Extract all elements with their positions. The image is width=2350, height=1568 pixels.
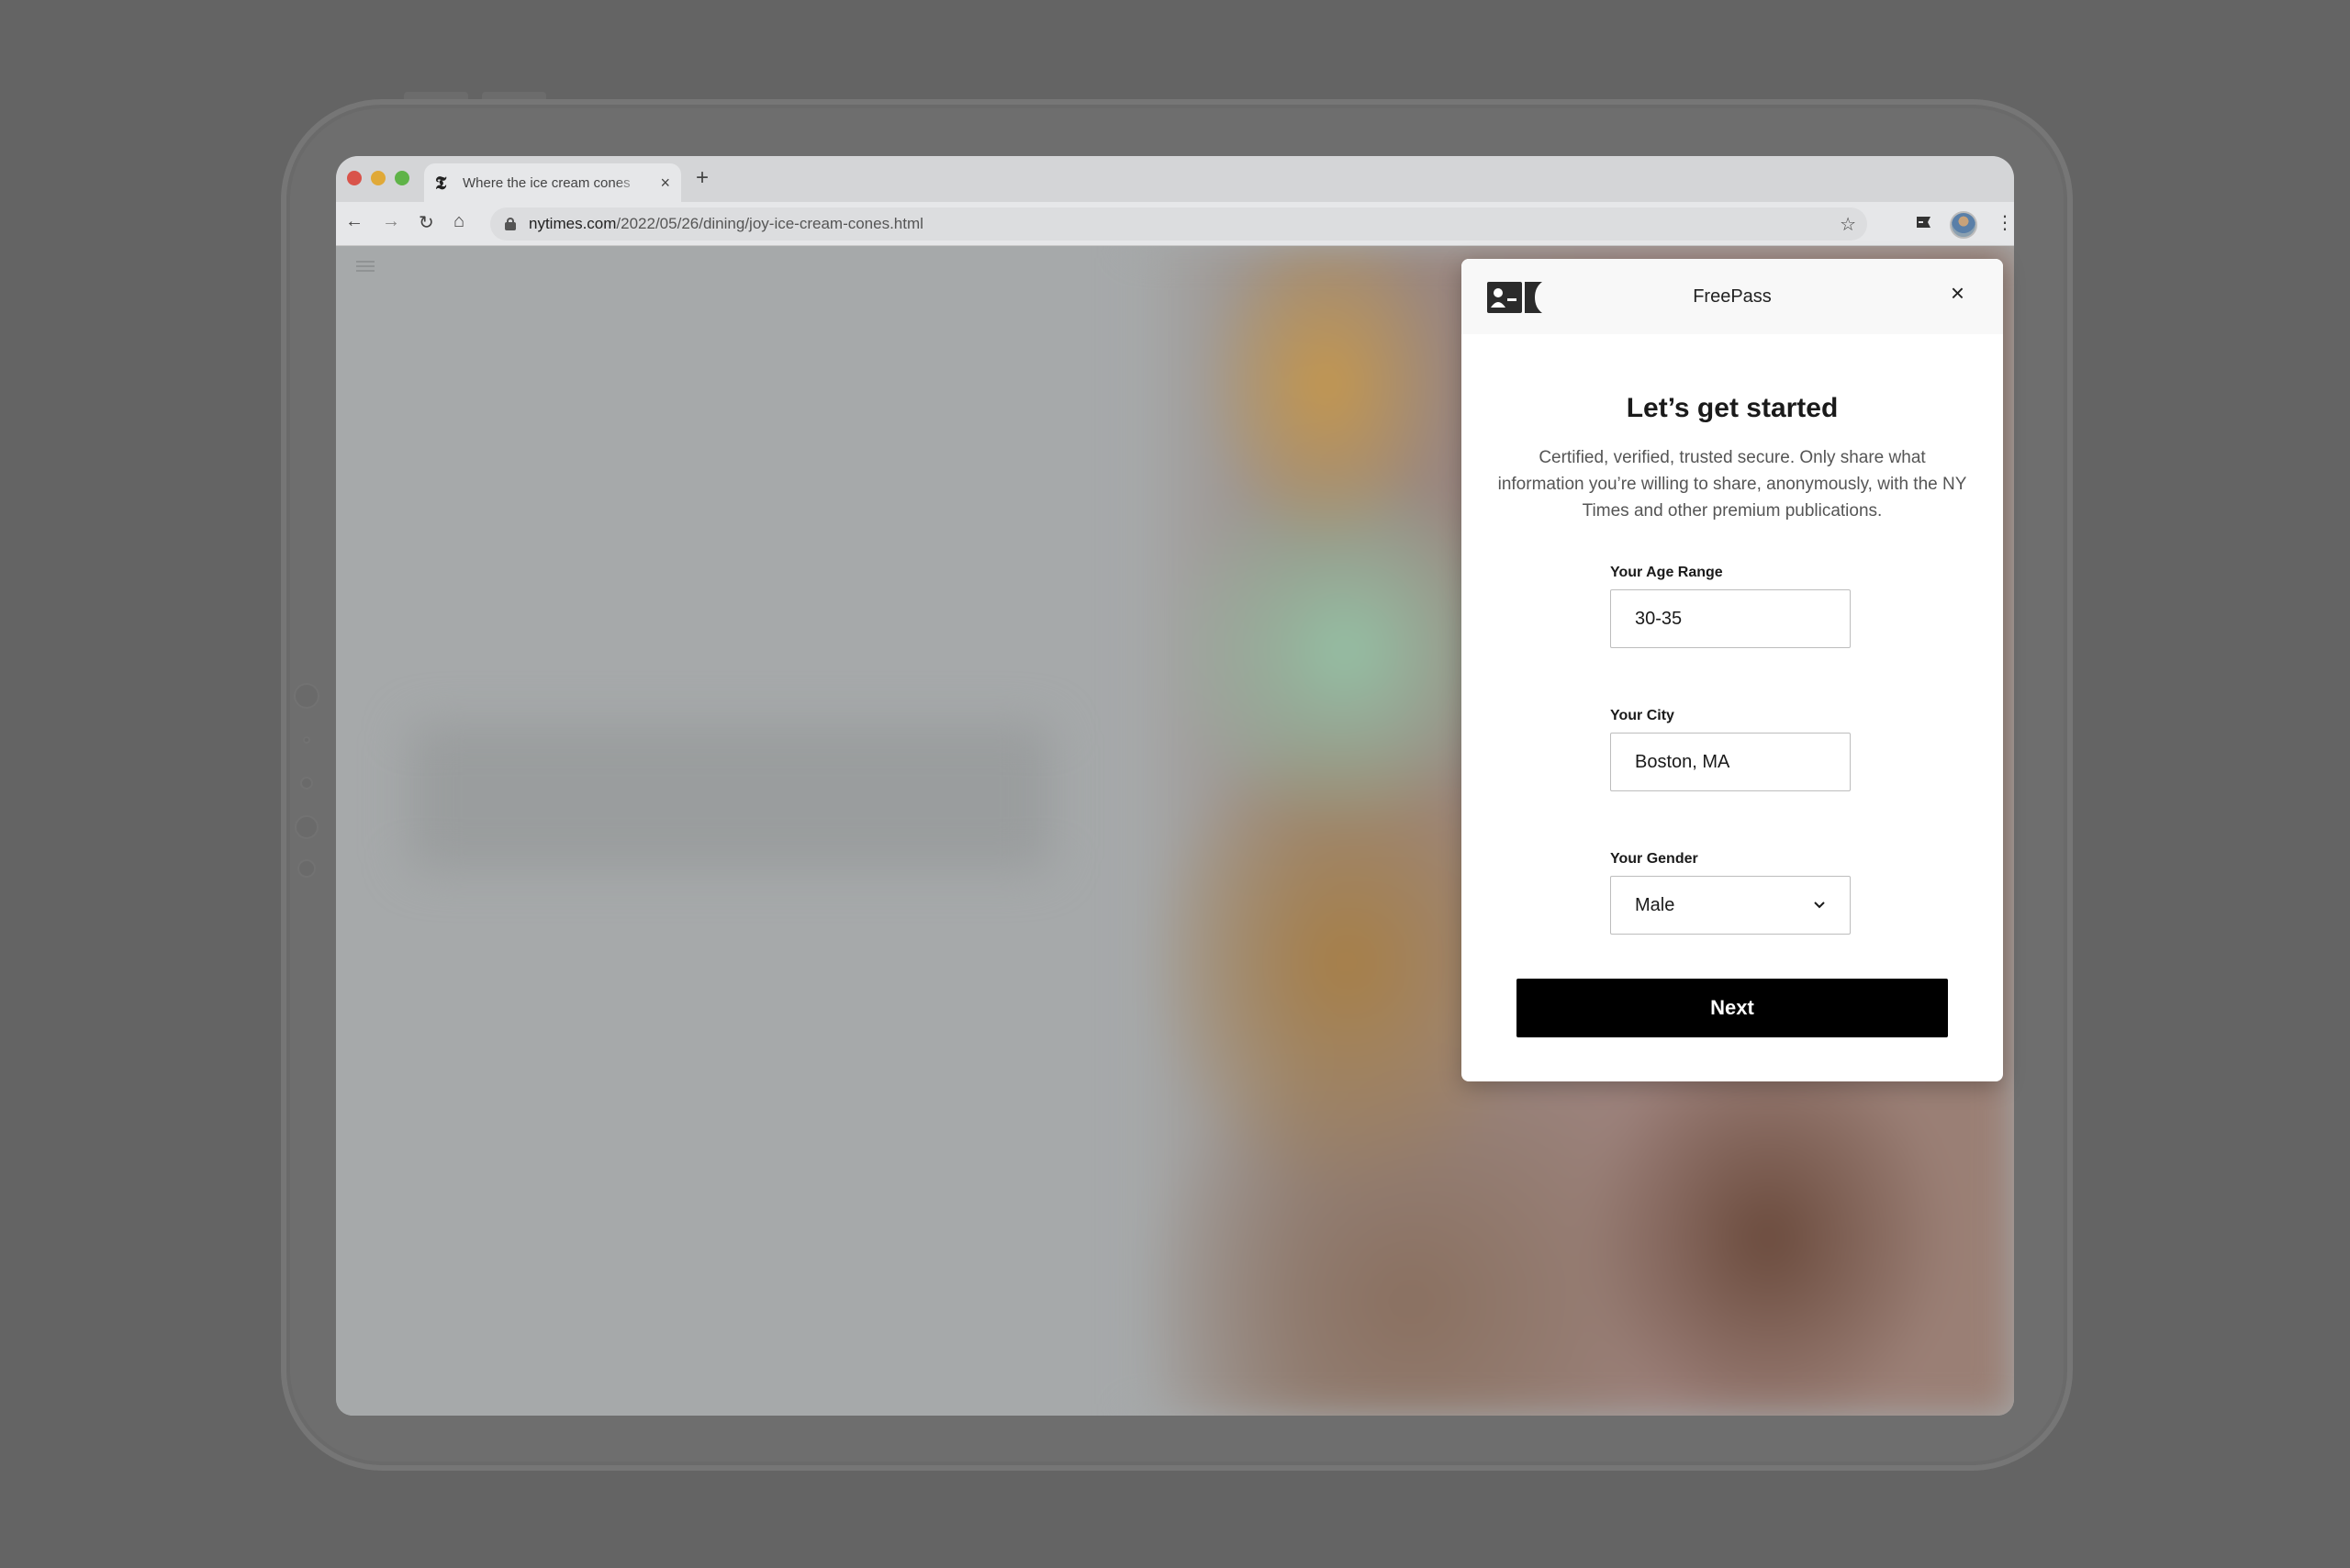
tablet-side-dot [300,777,313,790]
tablet-top-button [404,92,468,99]
browser-tab[interactable]: 𝕿 Where the ice cream cones × [424,163,681,202]
tablet-side-dot [303,736,310,744]
city-value: Boston, MA [1635,751,1730,772]
age-range-label: Your Age Range [1610,565,1723,580]
tablet-side-button [295,815,319,839]
panel-header: FreePass × [1461,259,2003,334]
chevron-down-icon [1814,902,1825,909]
gender-field: Your Gender Male [1610,851,1851,935]
profile-avatar[interactable] [1950,211,1977,239]
bookmark-star-icon[interactable]: ☆ [1840,213,1856,236]
tab-title: Where the ice cream cones [463,174,631,191]
tablet-side-dot [297,859,316,878]
window-maximize-button[interactable] [395,171,409,185]
window-minimize-button[interactable] [371,171,386,185]
next-button[interactable]: Next [1516,979,1948,1037]
tablet-top-button [482,92,546,99]
browser-menu-icon[interactable]: ⋮ [1996,211,2014,234]
freepass-panel: FreePass × Let’s get started Certified, … [1461,259,2003,1081]
forward-arrow-icon[interactable]: → [382,211,400,232]
window-close-button[interactable] [347,171,362,185]
hamburger-menu-icon [356,261,375,272]
nyt-favicon-icon: 𝕿 [435,172,447,194]
city-field: Your City Boston, MA [1610,708,1851,791]
age-range-field: Your Age Range 30-35 [1610,565,1851,648]
reload-icon[interactable]: ↻ [419,211,434,234]
tablet-side-button [294,683,319,709]
article-headline-blurred [409,723,1052,870]
panel-description: Certified, verified, trusted secure. Onl… [1497,448,1967,521]
url-text: nytimes.com/2022/05/26/dining/joy-ice-cr… [529,215,923,232]
age-range-value: 30-35 [1635,608,1683,629]
age-range-input[interactable]: 30-35 [1610,589,1851,648]
home-icon[interactable]: ⌂ [453,211,464,232]
freepass-id-card-icon [1487,282,1542,313]
tab-close-icon[interactable]: × [660,174,670,193]
panel-title: Let’s get started [1626,393,1839,423]
lock-icon [505,218,516,230]
new-tab-icon[interactable]: + [696,165,709,191]
gender-value: Male [1635,894,1675,915]
address-bar[interactable]: nytimes.com/2022/05/26/dining/joy-ice-cr… [490,207,1867,241]
browser-toolbar: ← → ↻ ⌂ nytimes.com/2022/05/26/dining/jo… [336,202,2014,246]
city-input[interactable]: Boston, MA [1610,733,1851,791]
back-arrow-icon[interactable]: ← [345,211,364,232]
gender-label: Your Gender [1610,851,1698,867]
panel-close-icon[interactable]: × [1951,281,1964,305]
freepass-extension-icon[interactable] [1915,213,1933,231]
tab-bar: 𝕿 Where the ice cream cones × + [336,156,2014,202]
gender-select[interactable]: Male [1610,876,1851,935]
city-label: Your City [1610,708,1674,723]
panel-brand-name: FreePass [1693,286,1772,307]
